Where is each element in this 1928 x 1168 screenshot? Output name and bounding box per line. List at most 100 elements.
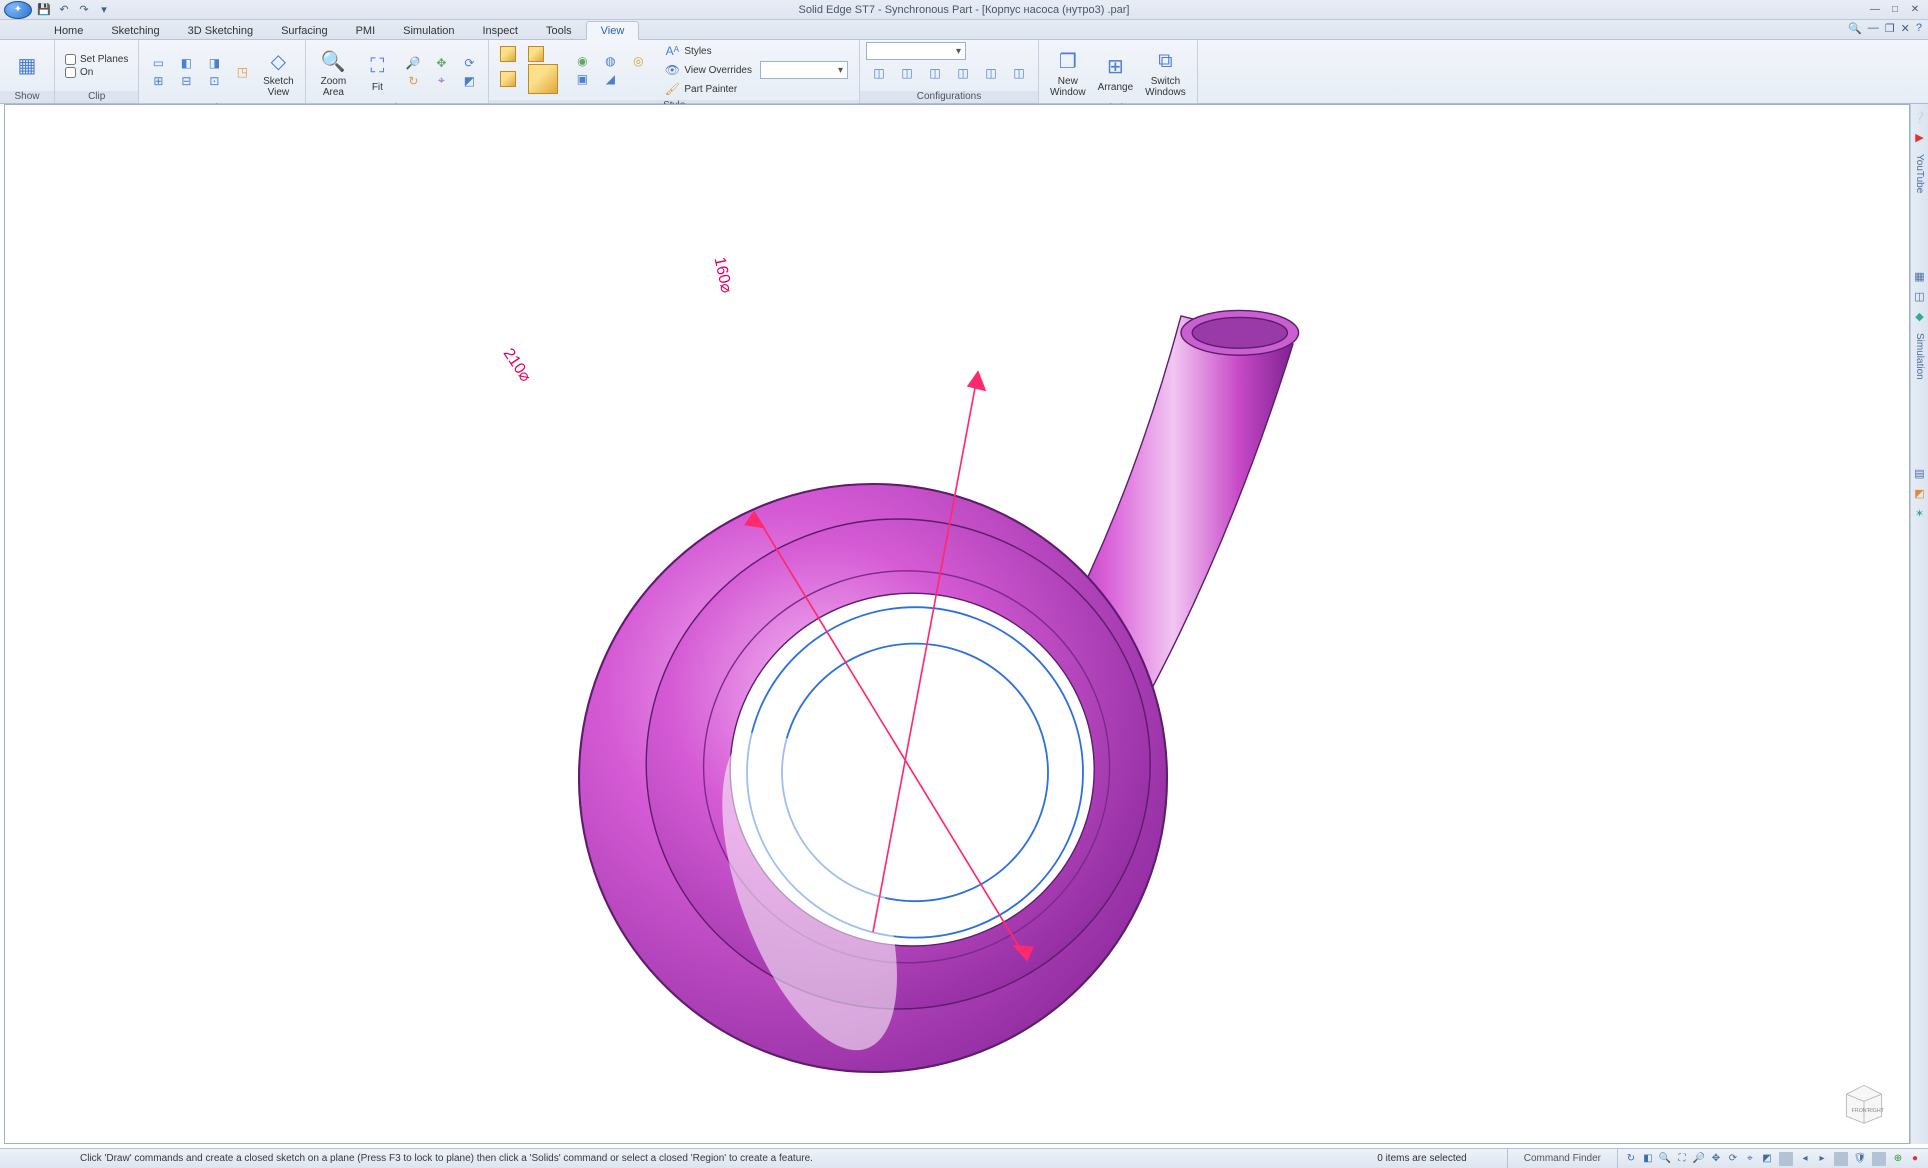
pan-tool[interactable]: ✥: [428, 54, 454, 72]
status-lookat-icon[interactable]: ⌖: [1743, 1152, 1757, 1166]
show-button[interactable]: ▦: [6, 47, 48, 85]
tab-sketching[interactable]: Sketching: [97, 22, 173, 39]
view-cfg-1[interactable]: ▭: [145, 54, 171, 72]
tab-home[interactable]: Home: [40, 22, 97, 39]
view-cfg-6[interactable]: ⊡: [201, 72, 227, 90]
qat-customize-icon[interactable]: ▾: [96, 2, 112, 18]
look-at[interactable]: ⌖: [428, 72, 454, 90]
cfg-btn-1[interactable]: ◫: [866, 62, 892, 84]
switch-windows-button[interactable]: ⧉ Switch Windows: [1140, 42, 1191, 101]
panel-icon-4[interactable]: ▤: [1913, 466, 1927, 480]
help-icon[interactable]: ?: [1916, 22, 1922, 35]
cube-icon: [528, 46, 544, 62]
panel-icon-6[interactable]: ✶: [1913, 506, 1927, 520]
status-rotate-icon[interactable]: ⟳: [1726, 1152, 1740, 1166]
tab-tools[interactable]: Tools: [532, 22, 586, 39]
status-next-icon[interactable]: ▸: [1815, 1152, 1829, 1166]
status-refresh-icon[interactable]: ↻: [1624, 1152, 1638, 1166]
doc-win-restore-icon[interactable]: ❐: [1885, 22, 1895, 35]
save-icon[interactable]: 💾: [36, 2, 52, 18]
status-prev-icon[interactable]: ◂: [1798, 1152, 1812, 1166]
status-view-icon[interactable]: ◩: [1760, 1152, 1774, 1166]
view-normal[interactable]: ◩: [456, 72, 482, 90]
style-cube-1[interactable]: [495, 45, 521, 63]
status-zoom-area-icon[interactable]: 🔎: [1692, 1152, 1706, 1166]
status-record-icon[interactable]: ●: [1908, 1152, 1922, 1166]
status-fit-icon[interactable]: ⛶: [1675, 1152, 1689, 1166]
cfg-btn-4[interactable]: ◫: [950, 62, 976, 84]
simulation-label[interactable]: Simulation: [1914, 333, 1925, 380]
set-planes-checkbox[interactable]: Set Planes: [61, 53, 132, 66]
view-cfg-3[interactable]: ◨: [201, 54, 227, 72]
style-cube-2[interactable]: [523, 45, 549, 63]
set-planes-label: Set Planes: [80, 54, 128, 65]
rotate-tool[interactable]: ⟳: [456, 54, 482, 72]
status-add-icon[interactable]: ⊕: [1891, 1152, 1905, 1166]
search-icon[interactable]: 🔍: [1848, 22, 1862, 35]
zoom-tool[interactable]: 🔎: [400, 54, 426, 72]
panel-icon-3[interactable]: ◆: [1913, 309, 1927, 323]
view-cube[interactable]: FRONT RIGHT: [1837, 1081, 1891, 1125]
close-button[interactable]: ✕: [1906, 3, 1924, 17]
config-select[interactable]: ▾: [866, 42, 966, 60]
view-cfg-5[interactable]: ⊟: [173, 72, 199, 90]
cube-right-label: RIGHT: [1868, 1108, 1885, 1114]
group-show-label: Show: [0, 91, 54, 103]
panel-icon-5[interactable]: ◩: [1913, 486, 1927, 500]
style-cube-4[interactable]: [523, 63, 563, 95]
style-shadow[interactable]: ◢: [597, 70, 623, 88]
view-options[interactable]: ◳: [229, 61, 255, 83]
tab-surfacing[interactable]: Surfacing: [267, 22, 341, 39]
command-finder[interactable]: Command Finder: [1507, 1149, 1618, 1168]
cfg-btn-3[interactable]: ◫: [922, 62, 948, 84]
view-overrides-label: View Overrides: [684, 65, 752, 76]
redo-icon[interactable]: ↷: [76, 2, 92, 18]
style-edge[interactable]: ◎: [625, 52, 651, 70]
minimize-button[interactable]: —: [1866, 3, 1884, 17]
style-shade[interactable]: ◍: [597, 52, 623, 70]
undo-icon[interactable]: ↶: [56, 2, 72, 18]
arrange-button[interactable]: ⊞ Arrange: [1093, 47, 1139, 96]
cfg-btn-6[interactable]: ◫: [1006, 62, 1032, 84]
tab-simulation[interactable]: Simulation: [389, 22, 468, 39]
status-zoom-icon[interactable]: 🔍: [1658, 1152, 1672, 1166]
status-shield-icon[interactable]: 🛡: [1853, 1152, 1867, 1166]
sketch-view-button[interactable]: ◇ Sketch View: [257, 42, 299, 101]
cfg-btn-5[interactable]: ◫: [978, 62, 1004, 84]
panel-icon-1[interactable]: ▦: [1913, 269, 1927, 283]
doc-win-minimize-icon[interactable]: —: [1868, 22, 1879, 35]
youtube-label[interactable]: YouTube: [1914, 154, 1925, 193]
tab-inspect[interactable]: Inspect: [469, 22, 532, 39]
viewport-3d[interactable]: 210⌀ 160⌀ FRONT RIGHT: [4, 104, 1910, 1144]
fit-button[interactable]: ⛶ Fit: [356, 47, 398, 96]
style-cube-3[interactable]: [495, 63, 521, 95]
youtube-icon[interactable]: ▶: [1913, 130, 1927, 144]
switch-windows-label: Switch Windows: [1145, 77, 1186, 98]
group-show: ▦ Show: [0, 40, 55, 103]
view-cfg-4[interactable]: ⊞: [145, 72, 171, 90]
view-cfg-2[interactable]: ◧: [173, 54, 199, 72]
application-button[interactable]: ✦: [4, 1, 32, 19]
help-bubble-icon[interactable]: ❔: [1913, 110, 1927, 124]
view-overrides-button[interactable]: 👁View Overrides▾: [659, 60, 853, 80]
spin-tool[interactable]: ↻: [400, 72, 426, 90]
style-wire[interactable]: ◉: [569, 52, 595, 70]
panel-icon-2[interactable]: ◫: [1913, 289, 1927, 303]
tab-view[interactable]: View: [586, 21, 640, 40]
tab-3d-sketching[interactable]: 3D Sketching: [174, 22, 267, 39]
zoom-area-button[interactable]: 🔍 Zoom Area: [312, 42, 354, 101]
status-pan-icon[interactable]: ✥: [1709, 1152, 1723, 1166]
part-painter-button[interactable]: 🖌Part Painter: [659, 80, 853, 98]
tabrow-help-icons: 🔍 — ❐ ✕ ?: [1848, 22, 1922, 35]
new-window-button[interactable]: ❐ New Window: [1045, 42, 1091, 101]
on-checkbox[interactable]: On: [61, 66, 132, 79]
tab-pmi[interactable]: PMI: [342, 22, 390, 39]
view-overrides-select[interactable]: ▾: [760, 61, 848, 79]
style-persp[interactable]: ▣: [569, 70, 595, 88]
cube-icon: [528, 64, 558, 94]
status-cube-icon[interactable]: ◧: [1641, 1152, 1655, 1166]
styles-button[interactable]: AᴬStyles: [659, 42, 853, 60]
maximize-button[interactable]: □: [1886, 3, 1904, 17]
cfg-btn-2[interactable]: ◫: [894, 62, 920, 84]
doc-win-close-icon[interactable]: ✕: [1901, 22, 1910, 35]
